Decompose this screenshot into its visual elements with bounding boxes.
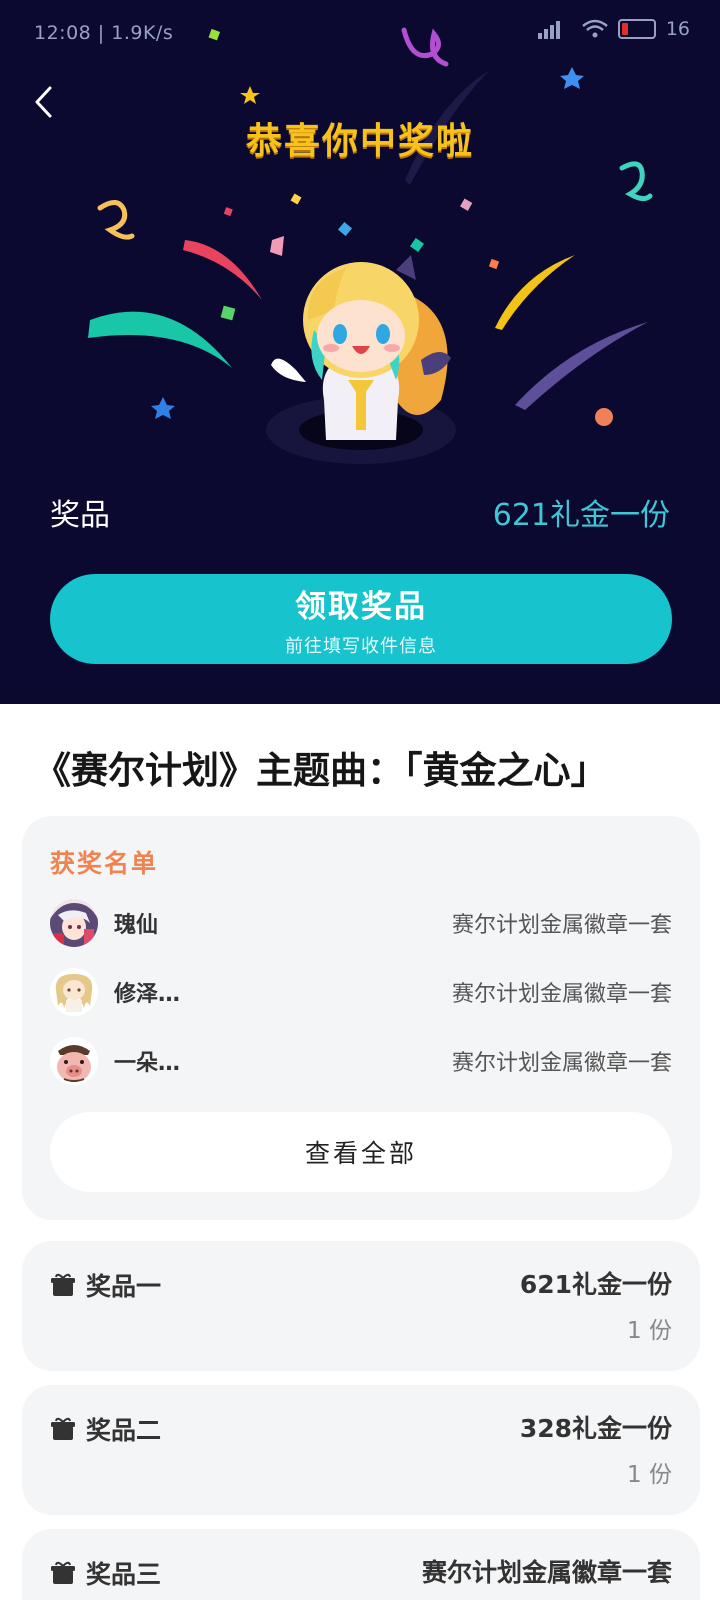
prize-value: 328礼金一份 bbox=[519, 1414, 672, 1443]
hero-banner: 12:08 | 1.9K/s 16 恭喜你中奖啦 奖品 621礼金一份 领取奖品… bbox=[0, 0, 720, 704]
winners-heading: 获奖名单 bbox=[50, 849, 159, 878]
prize-label: 奖品 bbox=[50, 498, 110, 533]
anime-girl-avatar bbox=[50, 899, 98, 947]
winner-name: 修泽… bbox=[114, 982, 181, 1007]
winner-prize: 赛尔计划金属徽章一套 bbox=[451, 982, 672, 1007]
winner-row: 修泽… 赛尔计划金属徽章一套 bbox=[50, 967, 672, 1017]
view-all-button[interactable]: 查看全部 bbox=[50, 1112, 672, 1192]
mascot-illustration bbox=[266, 255, 456, 464]
gift-icon bbox=[51, 1273, 75, 1296]
claim-button-title: 领取奖品 bbox=[295, 588, 427, 625]
prize-card: 奖品三 赛尔计划金属徽章一套 bbox=[22, 1529, 700, 1600]
winner-prize: 赛尔计划金属徽章一套 bbox=[451, 913, 672, 938]
prize-quantity: 1 份 bbox=[627, 1462, 672, 1488]
winner-name: 一朵… bbox=[114, 1051, 181, 1076]
winner-row: 一朵… 赛尔计划金属徽章一套 bbox=[50, 1036, 672, 1086]
prize-name: 奖品二 bbox=[86, 1416, 162, 1445]
prize-card: 奖品二 328礼金一份 1 份 bbox=[22, 1385, 700, 1515]
prize-name: 奖品一 bbox=[86, 1272, 162, 1301]
prize-card: 奖品一 621礼金一份 1 份 bbox=[22, 1241, 700, 1371]
winner-name: 瑰仙 bbox=[114, 913, 159, 938]
prize-row: 奖品 621礼金一份 bbox=[50, 490, 670, 534]
winner-row: 瑰仙 赛尔计划金属徽章一套 bbox=[50, 898, 672, 948]
blonde-chibi-avatar bbox=[50, 968, 98, 1016]
prize-value: 621礼金一份 bbox=[492, 498, 670, 533]
winners-card: 获奖名单 瑰仙 赛尔计划金属徽章一套 修泽… 赛尔计划金属徽章一套 一朵… 赛尔… bbox=[22, 816, 700, 1220]
pig-avatar bbox=[50, 1037, 98, 1085]
prize-quantity: 1 份 bbox=[627, 1318, 672, 1344]
gift-icon bbox=[51, 1561, 75, 1584]
claim-button-subtitle: 前往填写收件信息 bbox=[285, 635, 437, 657]
prize-value: 赛尔计划金属徽章一套 bbox=[421, 1558, 672, 1587]
gift-icon bbox=[51, 1417, 75, 1440]
prize-value: 621礼金一份 bbox=[519, 1270, 672, 1299]
prize-name: 奖品三 bbox=[86, 1560, 162, 1589]
claim-prize-button[interactable]: 领取奖品 前往填写收件信息 bbox=[50, 574, 672, 664]
winner-prize: 赛尔计划金属徽章一套 bbox=[451, 1051, 672, 1076]
song-title: 《赛尔计划》主题曲：「黄金之心」 bbox=[34, 748, 608, 792]
congrats-title: 恭喜你中奖啦 bbox=[245, 120, 474, 162]
